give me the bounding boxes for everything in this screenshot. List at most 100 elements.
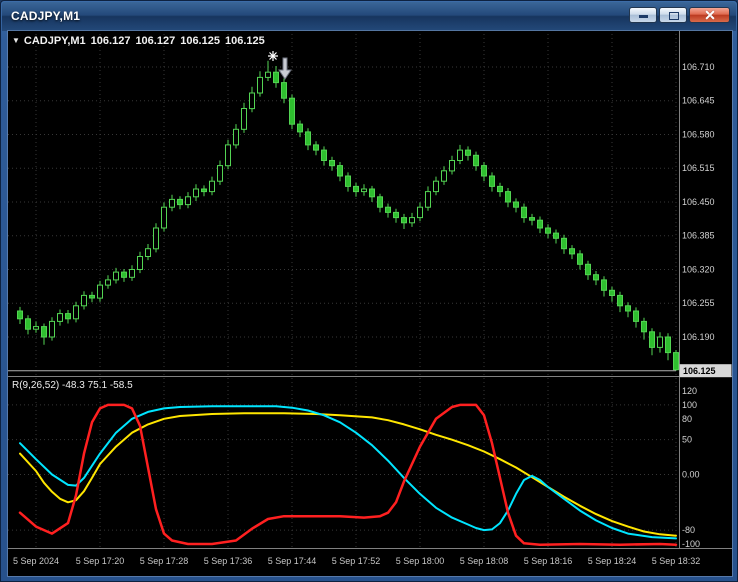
time-axis-label: 5 Sep 17:28	[140, 556, 189, 566]
indicator-axis-label: 50	[682, 435, 692, 445]
candle-body	[137, 256, 143, 270]
candle-body	[489, 175, 495, 187]
candle-body	[201, 188, 207, 193]
candle-body	[41, 326, 47, 338]
minimize-icon	[638, 15, 648, 18]
candle-body	[249, 92, 255, 110]
restore-icon	[669, 12, 679, 20]
candle-body	[121, 271, 127, 278]
close-icon	[690, 8, 729, 22]
candle-body	[153, 227, 159, 250]
candle-body	[673, 352, 679, 371]
time-axis-label: 5 Sep 17:20	[76, 556, 125, 566]
sparkle-icon	[268, 51, 278, 61]
price-axis-label: 106.255	[682, 298, 715, 308]
candle-body	[193, 188, 199, 198]
chart-canvas[interactable]: 5 Sep 2024 5 Sep 17:20 5 Sep 17:28 5 Sep 17…	[8, 31, 732, 576]
candle-body	[329, 160, 335, 167]
candle-body	[25, 318, 31, 330]
time-axis-label: 5 Sep 17:52	[332, 556, 381, 566]
candle-body	[257, 76, 263, 94]
indicator-axis-label: -100	[682, 539, 700, 549]
candle-body	[393, 211, 399, 219]
candle-body	[361, 188, 367, 193]
time-axis-label: 5 Sep 18:32	[652, 556, 701, 566]
candle-body	[289, 97, 295, 125]
time-axis-label: 5 Sep 18:08	[460, 556, 509, 566]
candle-body	[625, 305, 631, 312]
candle-body	[241, 108, 247, 130]
window-controls	[629, 7, 730, 23]
candle-body	[561, 237, 567, 250]
candle-body	[473, 154, 479, 167]
candle-body	[585, 263, 591, 276]
candle-body	[113, 271, 119, 281]
candle-body	[481, 165, 487, 177]
time-axis-label: 5 Sep 17:36	[204, 556, 253, 566]
candle-body	[33, 326, 39, 330]
candle-body	[321, 149, 327, 161]
down-arrow-cursor-icon	[278, 57, 292, 80]
chart-area[interactable]: 5 Sep 2024 5 Sep 17:20 5 Sep 17:28 5 Sep 17…	[8, 31, 732, 576]
candle-body	[649, 331, 655, 348]
candle-body	[89, 294, 95, 299]
candle-body	[617, 294, 623, 307]
candle-body	[497, 185, 503, 193]
candle-body	[273, 71, 279, 84]
candle-body	[49, 320, 55, 338]
candle-body	[577, 253, 583, 265]
indicator-label: R(9,26,52) -48.3 75.1 -58.5	[12, 380, 133, 391]
close-button[interactable]	[689, 7, 730, 23]
quote-overlay: ▼ CADJPY,M1 106.127 106.127 106.125 106.125	[12, 35, 270, 47]
candle-body	[657, 336, 663, 348]
candle-body	[169, 198, 175, 208]
candle-body	[449, 160, 455, 172]
candle-body	[177, 198, 183, 206]
candle-body	[609, 289, 615, 296]
price-axis-label: 106.320	[682, 265, 715, 275]
price-axis-label: 106.515	[682, 163, 715, 173]
candle-body	[433, 180, 439, 193]
candle-body	[505, 191, 511, 203]
candle-body	[345, 175, 351, 187]
candle-body	[73, 305, 79, 320]
candle-body	[513, 201, 519, 208]
candle-body	[465, 149, 471, 156]
candle-body	[105, 279, 111, 286]
quote-close: 106.125	[224, 35, 265, 47]
window-title: CADJPY,M1	[11, 9, 81, 23]
candle-body	[553, 232, 559, 239]
candle-body	[641, 320, 647, 333]
candle-body	[145, 248, 151, 257]
quote-low: 106.125	[180, 35, 220, 47]
candle-body	[217, 165, 223, 182]
candle-body	[601, 279, 607, 291]
candle-body	[409, 217, 415, 224]
symbol-dropdown-icon[interactable]: ▼	[12, 36, 20, 45]
candle-body	[233, 128, 239, 146]
time-axis-label: 5 Sep 18:16	[524, 556, 573, 566]
candle-body	[17, 310, 23, 320]
time-axis-label: 5 Sep 17:44	[268, 556, 317, 566]
candle-body	[665, 336, 671, 354]
candle-body	[337, 165, 343, 177]
candle-body	[425, 191, 431, 208]
candle-body	[353, 185, 359, 193]
candle-body	[209, 180, 215, 193]
candle-body	[65, 313, 71, 320]
minimize-button[interactable]	[629, 7, 657, 23]
candle-body	[537, 219, 543, 229]
candle-body	[313, 144, 319, 151]
restore-button[interactable]	[659, 7, 687, 23]
candle-body	[569, 248, 575, 255]
candle-body	[633, 310, 639, 322]
time-axis-label: 5 Sep 18:00	[396, 556, 445, 566]
current-price-label: 106.125	[683, 366, 716, 376]
quote-open: 106.127	[90, 35, 131, 47]
candle-body	[281, 82, 287, 99]
time-axis-label: 5 Sep 18:24	[588, 556, 637, 566]
candle-body	[57, 313, 63, 322]
title-bar[interactable]: CADJPY,M1	[2, 2, 736, 31]
candle-body	[385, 206, 391, 213]
indicator-axis-label: 0.00	[682, 470, 700, 480]
